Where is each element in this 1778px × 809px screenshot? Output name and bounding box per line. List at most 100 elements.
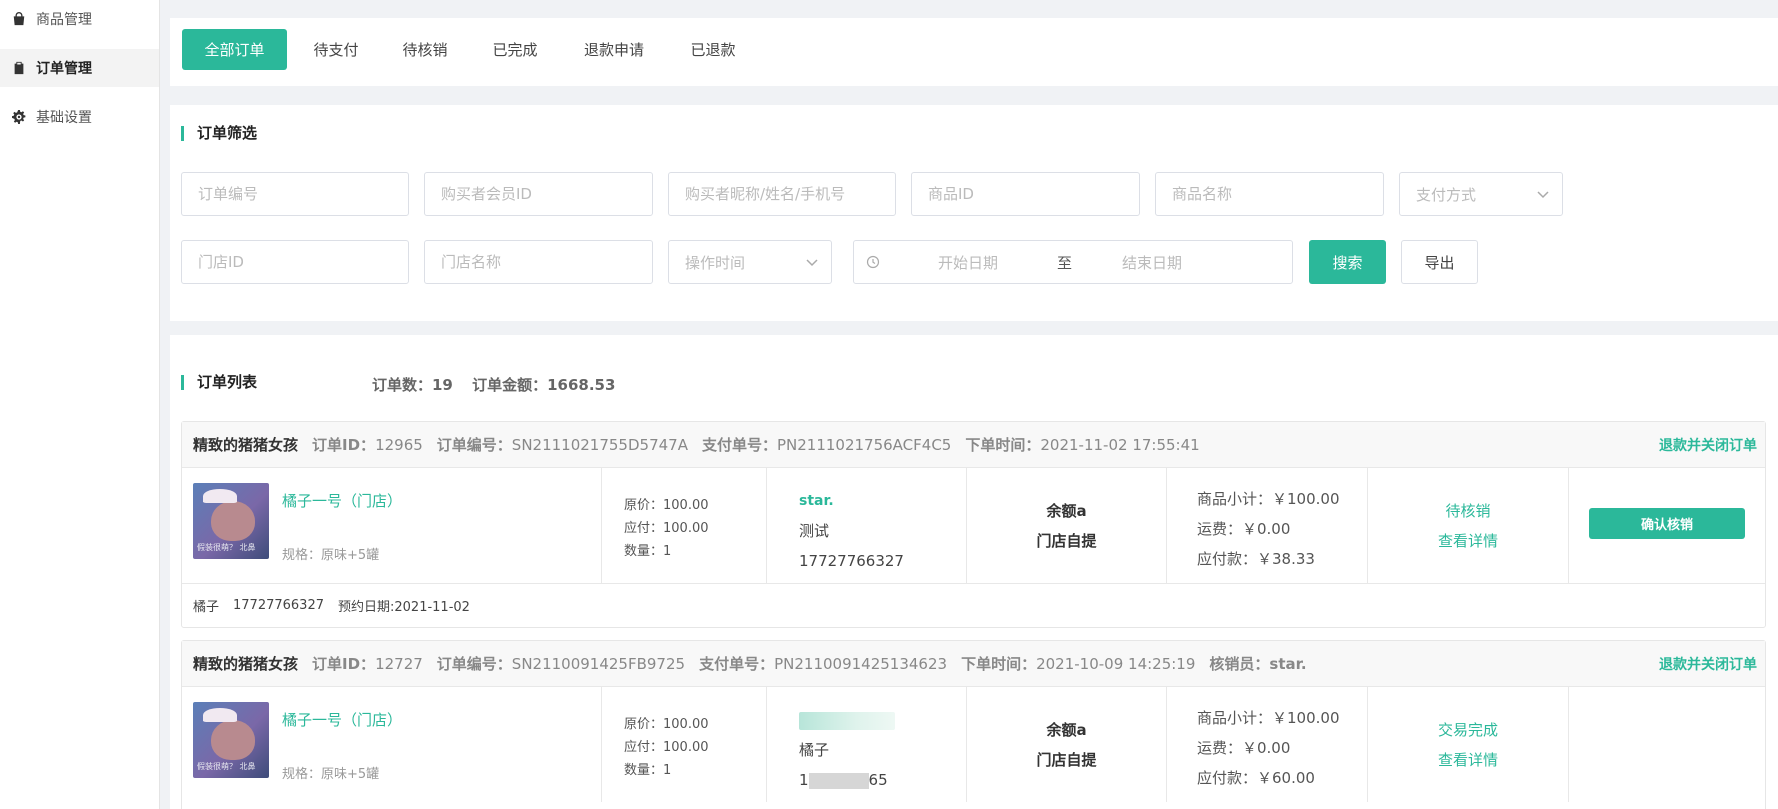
store-id-input[interactable] (198, 253, 408, 271)
order-no: SN2110091425FB9725 (511, 654, 686, 673)
clock-icon (866, 255, 880, 269)
store-name-input[interactable] (441, 253, 652, 271)
order-stats: 订单数：19 订单金额：1668.53 (372, 374, 629, 395)
buyer-info-field[interactable] (668, 172, 896, 216)
product-spec: 规格：原味+5罐 (282, 548, 380, 563)
order-amount: 订单金额：1668.53 (472, 376, 616, 394)
product-name-link[interactable]: 橘子一号（门店） (282, 709, 402, 730)
order-no-input[interactable] (198, 185, 408, 203)
product-thumbnail[interactable]: 假装很萌？ 北鼻 (193, 702, 269, 778)
tab-pending-verify[interactable]: 待核销 (385, 29, 465, 70)
order-filter-panel: 订单筛选 支付方式 操作时间 开始日期 至 结束日期 搜索 导出 (170, 105, 1778, 321)
shop-name: 精致的猪猪女孩 (193, 655, 299, 673)
payable-price: 应付：100.00 (624, 521, 709, 536)
product-id-input[interactable] (928, 185, 1139, 203)
tab-completed[interactable]: 已完成 (475, 29, 555, 70)
payable-price: 应付：100.00 (624, 740, 709, 755)
tab-pending-payment[interactable]: 待支付 (296, 29, 376, 70)
product-name-link[interactable]: 橘子一号（门店） (282, 490, 402, 511)
order-body: 假装很萌？ 北鼻 橘子一号（门店） 规格：原味+5罐 原价：100.00 应付：… (182, 687, 1765, 802)
pay-method-select[interactable]: 支付方式 (1399, 172, 1563, 216)
buyer-nickname[interactable]: star. (799, 486, 904, 516)
order-no-label: 订单编号： (436, 655, 512, 673)
order-time-label: 下单时间： (965, 436, 1041, 454)
clipboard-icon (12, 61, 26, 75)
start-date-placeholder[interactable]: 开始日期 (938, 252, 998, 273)
sidebar-item-label: 商品管理 (36, 12, 92, 28)
refund-close-link[interactable]: 退款并关闭订单 (1659, 435, 1757, 455)
product-spec: 规格：原味+5罐 (282, 767, 380, 782)
refund-close-link[interactable]: 退款并关闭订单 (1659, 654, 1757, 674)
member-id-field[interactable] (424, 172, 653, 216)
product-id-field[interactable] (911, 172, 1140, 216)
list-title: 订单列表 (181, 375, 257, 390)
order-card: 精致的猪猪女孩 订单ID： 12727 订单编号： SN2110091425FB97… (181, 640, 1766, 809)
order-no-field[interactable] (181, 172, 409, 216)
order-id-label: 订单ID： (312, 436, 376, 454)
pay-no-label: 支付单号： (701, 436, 777, 454)
price-cell: 原价：100.00 应付：100.00 数量：1 (602, 468, 767, 583)
appointment-date: 预约日期:2021-11-02 (338, 600, 470, 615)
buyer-phone: 17727766327 (799, 552, 904, 570)
verifier-label: 核销员： (1209, 655, 1270, 673)
verifier: star. (1269, 654, 1307, 673)
sidebar-item-label: 订单管理 (36, 61, 92, 77)
sidebar-item-orders[interactable]: 订单管理 (0, 49, 159, 87)
order-time: 2021-11-02 17:55:41 (1040, 435, 1200, 454)
buyer-name: 橘子 (799, 741, 830, 759)
buyer-cell: star. 测试 17727766327 (767, 468, 967, 583)
order-status: 交易完成 (1437, 721, 1498, 739)
order-id-label: 订单ID： (312, 655, 376, 673)
member-id-input[interactable] (441, 185, 652, 203)
original-price: 原价：100.00 (624, 717, 709, 732)
thumbnail-caption: 假装很萌？ 北鼻 (197, 762, 256, 771)
status-cell: 交易完成 查看详情 (1368, 687, 1569, 802)
search-button[interactable]: 搜索 (1309, 240, 1386, 284)
product-name-field[interactable] (1155, 172, 1384, 216)
chevron-down-icon (1536, 187, 1550, 201)
status-cell: 待核销 查看详情 (1368, 468, 1569, 583)
contact-name: 橘子 (193, 600, 220, 615)
pay-no: PN2111021756ACF4C5 (776, 435, 952, 454)
shop-name: 精致的猪猪女孩 (193, 436, 299, 454)
delivery-method: 门店自提 (1036, 751, 1097, 769)
tab-all-orders[interactable]: 全部订单 (182, 29, 287, 70)
bag-icon (12, 12, 26, 26)
order-time-label: 下单时间： (961, 655, 1037, 673)
sidebar-item-label: 基础设置 (36, 110, 92, 126)
product-thumbnail[interactable]: 假装很萌？ 北鼻 (193, 483, 269, 559)
view-detail-link[interactable]: 查看详情 (1368, 745, 1568, 775)
product-cell: 假装很萌？ 北鼻 橘子一号（门店） 规格：原味+5罐 (182, 468, 602, 583)
product-cell: 假装很萌？ 北鼻 橘子一号（门店） 规格：原味+5罐 (182, 687, 602, 802)
amount-cell: 商品小计：￥100.00 运费：￥0.00 应付款：￥60.00 (1167, 687, 1368, 802)
sidebar-item-products[interactable]: 商品管理 (0, 0, 159, 38)
operation-cell: 确认核销 (1569, 468, 1765, 583)
export-button[interactable]: 导出 (1401, 240, 1478, 284)
quantity: 数量：1 (624, 763, 672, 778)
order-count: 订单数：19 (372, 376, 453, 394)
tab-refunded[interactable]: 已退款 (673, 29, 753, 70)
end-date-placeholder[interactable]: 结束日期 (1122, 252, 1182, 273)
order-list-panel: 订单列表 订单数：19 订单金额：1668.53 精致的猪猪女孩 订单ID： 12… (170, 335, 1778, 809)
quantity: 数量：1 (624, 544, 672, 559)
order-header: 精致的猪猪女孩 订单ID： 12727 订单编号： SN2110091425FB97… (182, 641, 1765, 687)
store-name-field[interactable] (424, 240, 653, 284)
buyer-info-input[interactable] (685, 185, 895, 203)
order-header: 精致的猪猪女孩 订单ID： 12965 订单编号： SN2111021755D574… (182, 422, 1765, 468)
operation-cell (1569, 687, 1765, 802)
masked-buyer-nickname (799, 711, 895, 730)
thumbnail-caption: 假装很萌？ 北鼻 (197, 543, 256, 552)
view-detail-link[interactable]: 查看详情 (1368, 526, 1568, 556)
sidebar-item-settings[interactable]: 基础设置 (0, 98, 159, 136)
order-tabs: 全部订单 待支付 待核销 已完成 退款申请 已退款 (170, 18, 1778, 86)
confirm-verify-button[interactable]: 确认核销 (1589, 508, 1745, 539)
amount-cell: 商品小计：￥100.00 运费：￥0.00 应付款：￥38.33 (1167, 468, 1368, 583)
order-footer: 橘子 17727766327 预约日期:2021-11-02 (182, 583, 1765, 627)
store-id-field[interactable] (181, 240, 409, 284)
product-name-input[interactable] (1172, 185, 1383, 203)
op-time-select[interactable]: 操作时间 (668, 240, 832, 284)
tab-refund-request[interactable]: 退款申请 (564, 29, 664, 70)
date-range-picker[interactable]: 开始日期 至 结束日期 (853, 240, 1293, 284)
pay-method: 余额a (1046, 502, 1087, 520)
op-time-placeholder: 操作时间 (685, 253, 746, 272)
